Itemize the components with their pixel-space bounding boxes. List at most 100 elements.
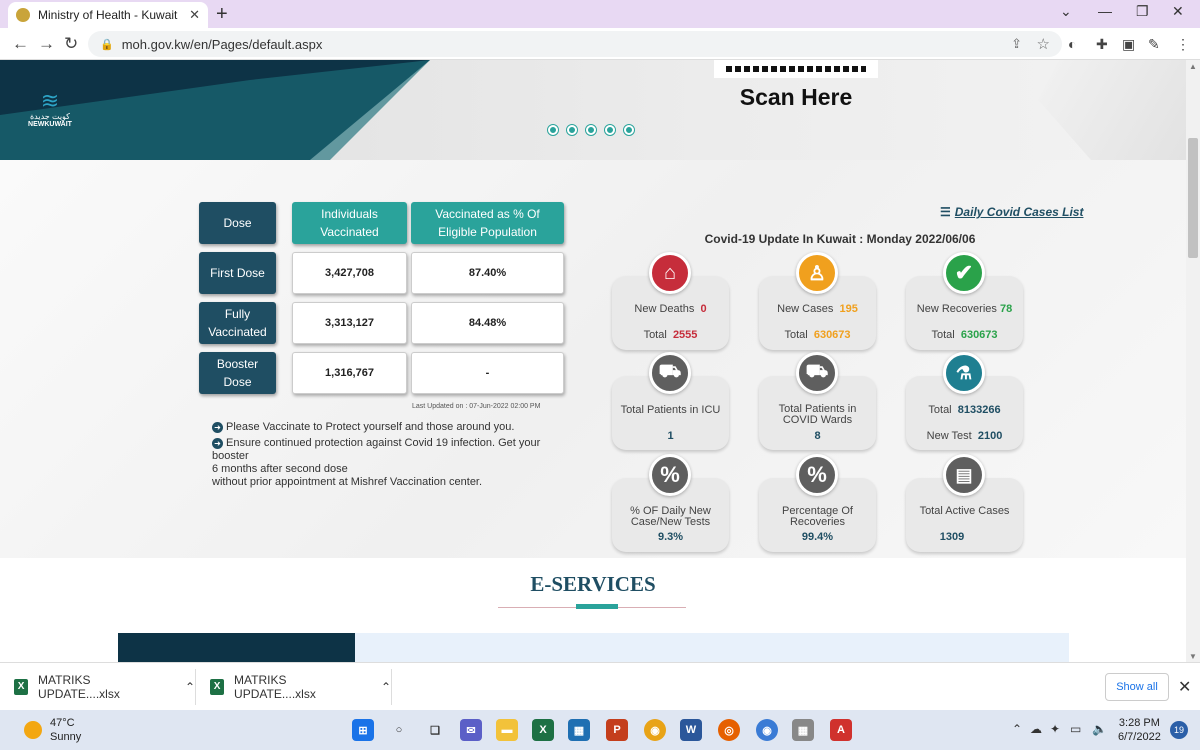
- carousel-dot[interactable]: [548, 125, 558, 135]
- last-updated: Last Updated on : 07-Jun-2022 02:00 PM: [412, 403, 541, 410]
- scroll-down-icon[interactable]: ▼: [1189, 652, 1197, 661]
- bookmark-star-icon[interactable]: ☆: [1037, 35, 1050, 53]
- folder-icon: ▤: [943, 454, 985, 496]
- banner-image: [1038, 60, 1186, 160]
- sun-icon: [24, 721, 42, 739]
- tab-title: Ministry of Health - Kuwait Home: [38, 8, 181, 22]
- cloud-icon[interactable]: ☁: [1030, 722, 1042, 736]
- acrobat-icon[interactable]: A: [830, 719, 852, 741]
- extension-icon[interactable]: ◐: [1068, 36, 1076, 52]
- downloads-bar: X MATRIKS UPDATE....xlsx ⌃ X MATRIKS UPD…: [0, 662, 1200, 710]
- reload-icon[interactable]: ↻: [64, 34, 78, 54]
- browser-tab-strip: Ministry of Health - Kuwait Home ✕ + ⌄ —…: [0, 0, 1200, 28]
- hospital-bed-icon: ⛟: [649, 352, 691, 394]
- total-deaths-value: 2555: [672, 329, 698, 341]
- show-all-button[interactable]: Show all: [1105, 673, 1169, 701]
- chevron-up-icon[interactable]: ⌃: [185, 680, 195, 694]
- extensions-puzzle-icon[interactable]: ✚: [1096, 36, 1108, 53]
- row-fully-vaccinated-label: Fully Vaccinated: [199, 302, 276, 344]
- outlook-icon[interactable]: ▦: [568, 719, 590, 741]
- download-item[interactable]: X MATRIKS UPDATE....xlsx ⌃: [196, 669, 392, 705]
- arrow-right-icon: ➜: [212, 438, 223, 449]
- scrollbar-thumb[interactable]: [1188, 138, 1198, 258]
- carousel-dot[interactable]: [605, 125, 615, 135]
- eservices-heading: E-SERVICES: [530, 572, 656, 596]
- person-add-icon: ♙: [796, 252, 838, 294]
- row-fully-vaccinated-percent: 84.48%: [411, 302, 564, 344]
- new-cases-value: 195: [839, 303, 858, 315]
- download-item[interactable]: X MATRIKS UPDATE....xlsx ⌃: [0, 669, 196, 705]
- tests-card: ⚗ Total 8133266 New Test 2100: [906, 352, 1023, 450]
- close-window-icon[interactable]: ✕: [1172, 3, 1184, 20]
- icu-card: ⛟ Total Patients in ICU 1: [612, 352, 729, 450]
- temperature: 47°C: [50, 717, 75, 729]
- start-icon[interactable]: ⊞: [352, 719, 374, 741]
- booster-note: ➜ Ensure continued protection against Cov…: [212, 437, 541, 488]
- carousel-dot[interactable]: [624, 125, 634, 135]
- scroll-up-icon[interactable]: ▲: [1189, 62, 1197, 71]
- display-icon[interactable]: ▭: [1070, 722, 1081, 736]
- address-bar[interactable]: 🔒 moh.gov.kw/en/Pages/default.aspx ⇪ ☆: [88, 31, 1062, 57]
- row-first-dose-percent: 87.40%: [411, 252, 564, 294]
- row-first-dose-label: First Dose: [199, 252, 276, 294]
- excel-icon[interactable]: X: [532, 719, 554, 741]
- notification-badge[interactable]: 19: [1170, 721, 1188, 739]
- new-tab-icon[interactable]: +: [216, 3, 228, 26]
- powerpoint-icon[interactable]: P: [606, 719, 628, 741]
- close-downloads-icon[interactable]: ✕: [1178, 677, 1191, 697]
- recovery-percentage-card: % Percentage Of Recoveries 99.4%: [759, 454, 876, 552]
- carousel-dots: [548, 125, 634, 135]
- gravestone-icon: ⌂: [649, 252, 691, 294]
- excel-file-icon: X: [210, 679, 225, 695]
- icu-value: 1: [667, 430, 674, 442]
- chrome-icon[interactable]: ◉: [644, 719, 666, 741]
- daily-percentage-card: % % OF Daily New Case/New Tests 9.3%: [612, 454, 729, 552]
- firefox-icon[interactable]: ◎: [718, 719, 740, 741]
- chat-icon[interactable]: ✉: [460, 719, 482, 741]
- carousel-dot[interactable]: [567, 125, 577, 135]
- calculator-icon[interactable]: ▦: [792, 719, 814, 741]
- minimize-icon[interactable]: —: [1098, 3, 1112, 19]
- browser-tab[interactable]: Ministry of Health - Kuwait Home ✕: [8, 2, 208, 28]
- carousel-dot[interactable]: [586, 125, 596, 135]
- dropbox-icon[interactable]: ✦: [1050, 722, 1060, 736]
- profile-icon[interactable]: ✎: [1148, 36, 1160, 53]
- side-panel-icon[interactable]: ▣: [1122, 36, 1135, 53]
- volume-icon[interactable]: 🔈: [1092, 722, 1107, 736]
- word-icon[interactable]: W: [680, 719, 702, 741]
- lock-icon[interactable]: 🔒: [100, 38, 114, 51]
- back-icon[interactable]: ←: [12, 34, 29, 54]
- weather-widget[interactable]: 47°C Sunny: [24, 716, 81, 744]
- new-recoveries-value: 78: [999, 303, 1013, 315]
- menu-icon[interactable]: ⋮: [1176, 36, 1190, 53]
- tray-overflow-icon[interactable]: ⌃: [1012, 722, 1022, 736]
- share-icon[interactable]: ⇪: [1011, 36, 1022, 52]
- task-view-icon[interactable]: ❏: [424, 719, 446, 741]
- search-icon[interactable]: ○: [388, 719, 410, 741]
- daily-covid-cases-link[interactable]: ☰ Daily Covid Cases List: [940, 205, 1083, 219]
- url-text: moh.gov.kw/en/Pages/default.aspx: [121, 36, 323, 52]
- forward-icon[interactable]: →: [38, 34, 55, 54]
- close-tab-icon[interactable]: ✕: [189, 7, 200, 23]
- new-kuwait-logo[interactable]: ≋ كويت جديدة NEWKUWAIT: [26, 90, 74, 140]
- eservices-tab-panel[interactable]: [118, 633, 355, 662]
- tab-search-icon[interactable]: ⌄: [1060, 3, 1072, 20]
- qr-code: [714, 60, 878, 78]
- web-page: ≋ كويت جديدة NEWKUWAIT Scan Here Dose In…: [0, 60, 1186, 662]
- chevron-up-icon[interactable]: ⌃: [381, 680, 391, 694]
- file-explorer-icon[interactable]: ▬: [496, 719, 518, 741]
- new-deaths-value: 0: [700, 303, 707, 315]
- system-clock[interactable]: 3:28 PM 6/7/2022: [1118, 716, 1161, 744]
- weather-condition: Sunny: [50, 731, 82, 743]
- chrome-active-icon[interactable]: ◉: [756, 719, 778, 741]
- new-deaths-card: ⌂ New Deaths 0 Total 2555: [612, 252, 729, 350]
- site-favicon-icon: [16, 8, 30, 22]
- icu-label: Total Patients in ICU: [620, 404, 721, 416]
- daily-pct-label: % OF Daily New Case/New Tests: [630, 505, 711, 528]
- total-cases-value: 630673: [813, 329, 851, 341]
- windows-taskbar: 47°C Sunny ⊞ ○ ❏ ✉ ▬ X ▦ P ◉ W ◎ ◉ ▦ A ⌃…: [0, 710, 1200, 750]
- test-tube-icon: ⚗: [943, 352, 985, 394]
- restore-icon[interactable]: ❐: [1136, 3, 1149, 20]
- header-percent: Vaccinated as % Of Eligible Population: [411, 202, 564, 244]
- wards-label: Total Patients in COVID Wards: [778, 403, 857, 426]
